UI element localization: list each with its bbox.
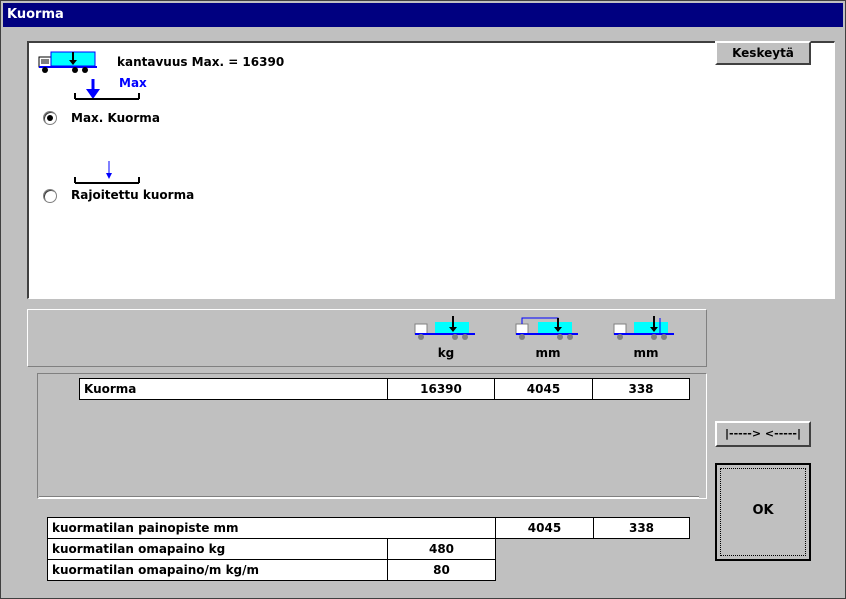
window-title: Kuorma — [3, 3, 843, 27]
load-mode-panel: kantavuus Max. = 16390 Max Max. Kuorma R… — [27, 41, 835, 299]
truck-weight-icon — [414, 316, 475, 340]
range-button[interactable]: |-----> <-----| — [715, 421, 811, 447]
unit-mm-height: mm — [633, 346, 659, 360]
truck-length-icon — [515, 317, 578, 340]
capacity-text: kantavuus Max. = 16390 — [117, 55, 285, 69]
max-kuorma-label[interactable]: Max. Kuorma — [71, 111, 160, 125]
cog-label: kuormatilan painopiste mm — [47, 517, 496, 539]
load-row-mm-height[interactable]: 338 — [592, 378, 690, 400]
max-kuorma-radio[interactable] — [43, 111, 57, 125]
load-row-kg[interactable]: 16390 — [387, 378, 495, 400]
rajoitettu-kuorma-label[interactable]: Rajoitettu kuorma — [71, 188, 194, 202]
own-weight-per-m-label: kuormatilan omapaino/m kg/m — [47, 559, 388, 581]
own-weight-value[interactable]: 480 — [387, 538, 496, 560]
ok-button[interactable]: OK — [715, 463, 811, 561]
cog-mm-length[interactable]: 4045 — [495, 517, 594, 539]
truck-height-icon — [613, 316, 674, 340]
cog-mm-height[interactable]: 338 — [593, 517, 690, 539]
divider — [39, 496, 699, 498]
rajoitettu-kuorma-radio[interactable] — [43, 189, 57, 203]
limited-load-diagram-icon — [74, 161, 140, 184]
column-header-panel: kg mm mm — [27, 309, 707, 367]
max-label: Max — [119, 76, 147, 90]
kuorma-dialog: Kuorma kantavuus Max. = 16390 Max Max. K… — [0, 0, 846, 599]
own-weight-per-m-value[interactable]: 80 — [387, 559, 496, 581]
load-row-mm-length[interactable]: 4045 — [494, 378, 593, 400]
unit-mm-length: mm — [535, 346, 561, 360]
truck-icon — [38, 51, 97, 73]
unit-kg: kg — [437, 346, 455, 360]
keskeyta-button[interactable]: Keskeytä — [715, 41, 811, 65]
load-row-label[interactable]: Kuorma — [79, 378, 388, 400]
own-weight-label: kuormatilan omapaino kg — [47, 538, 388, 560]
